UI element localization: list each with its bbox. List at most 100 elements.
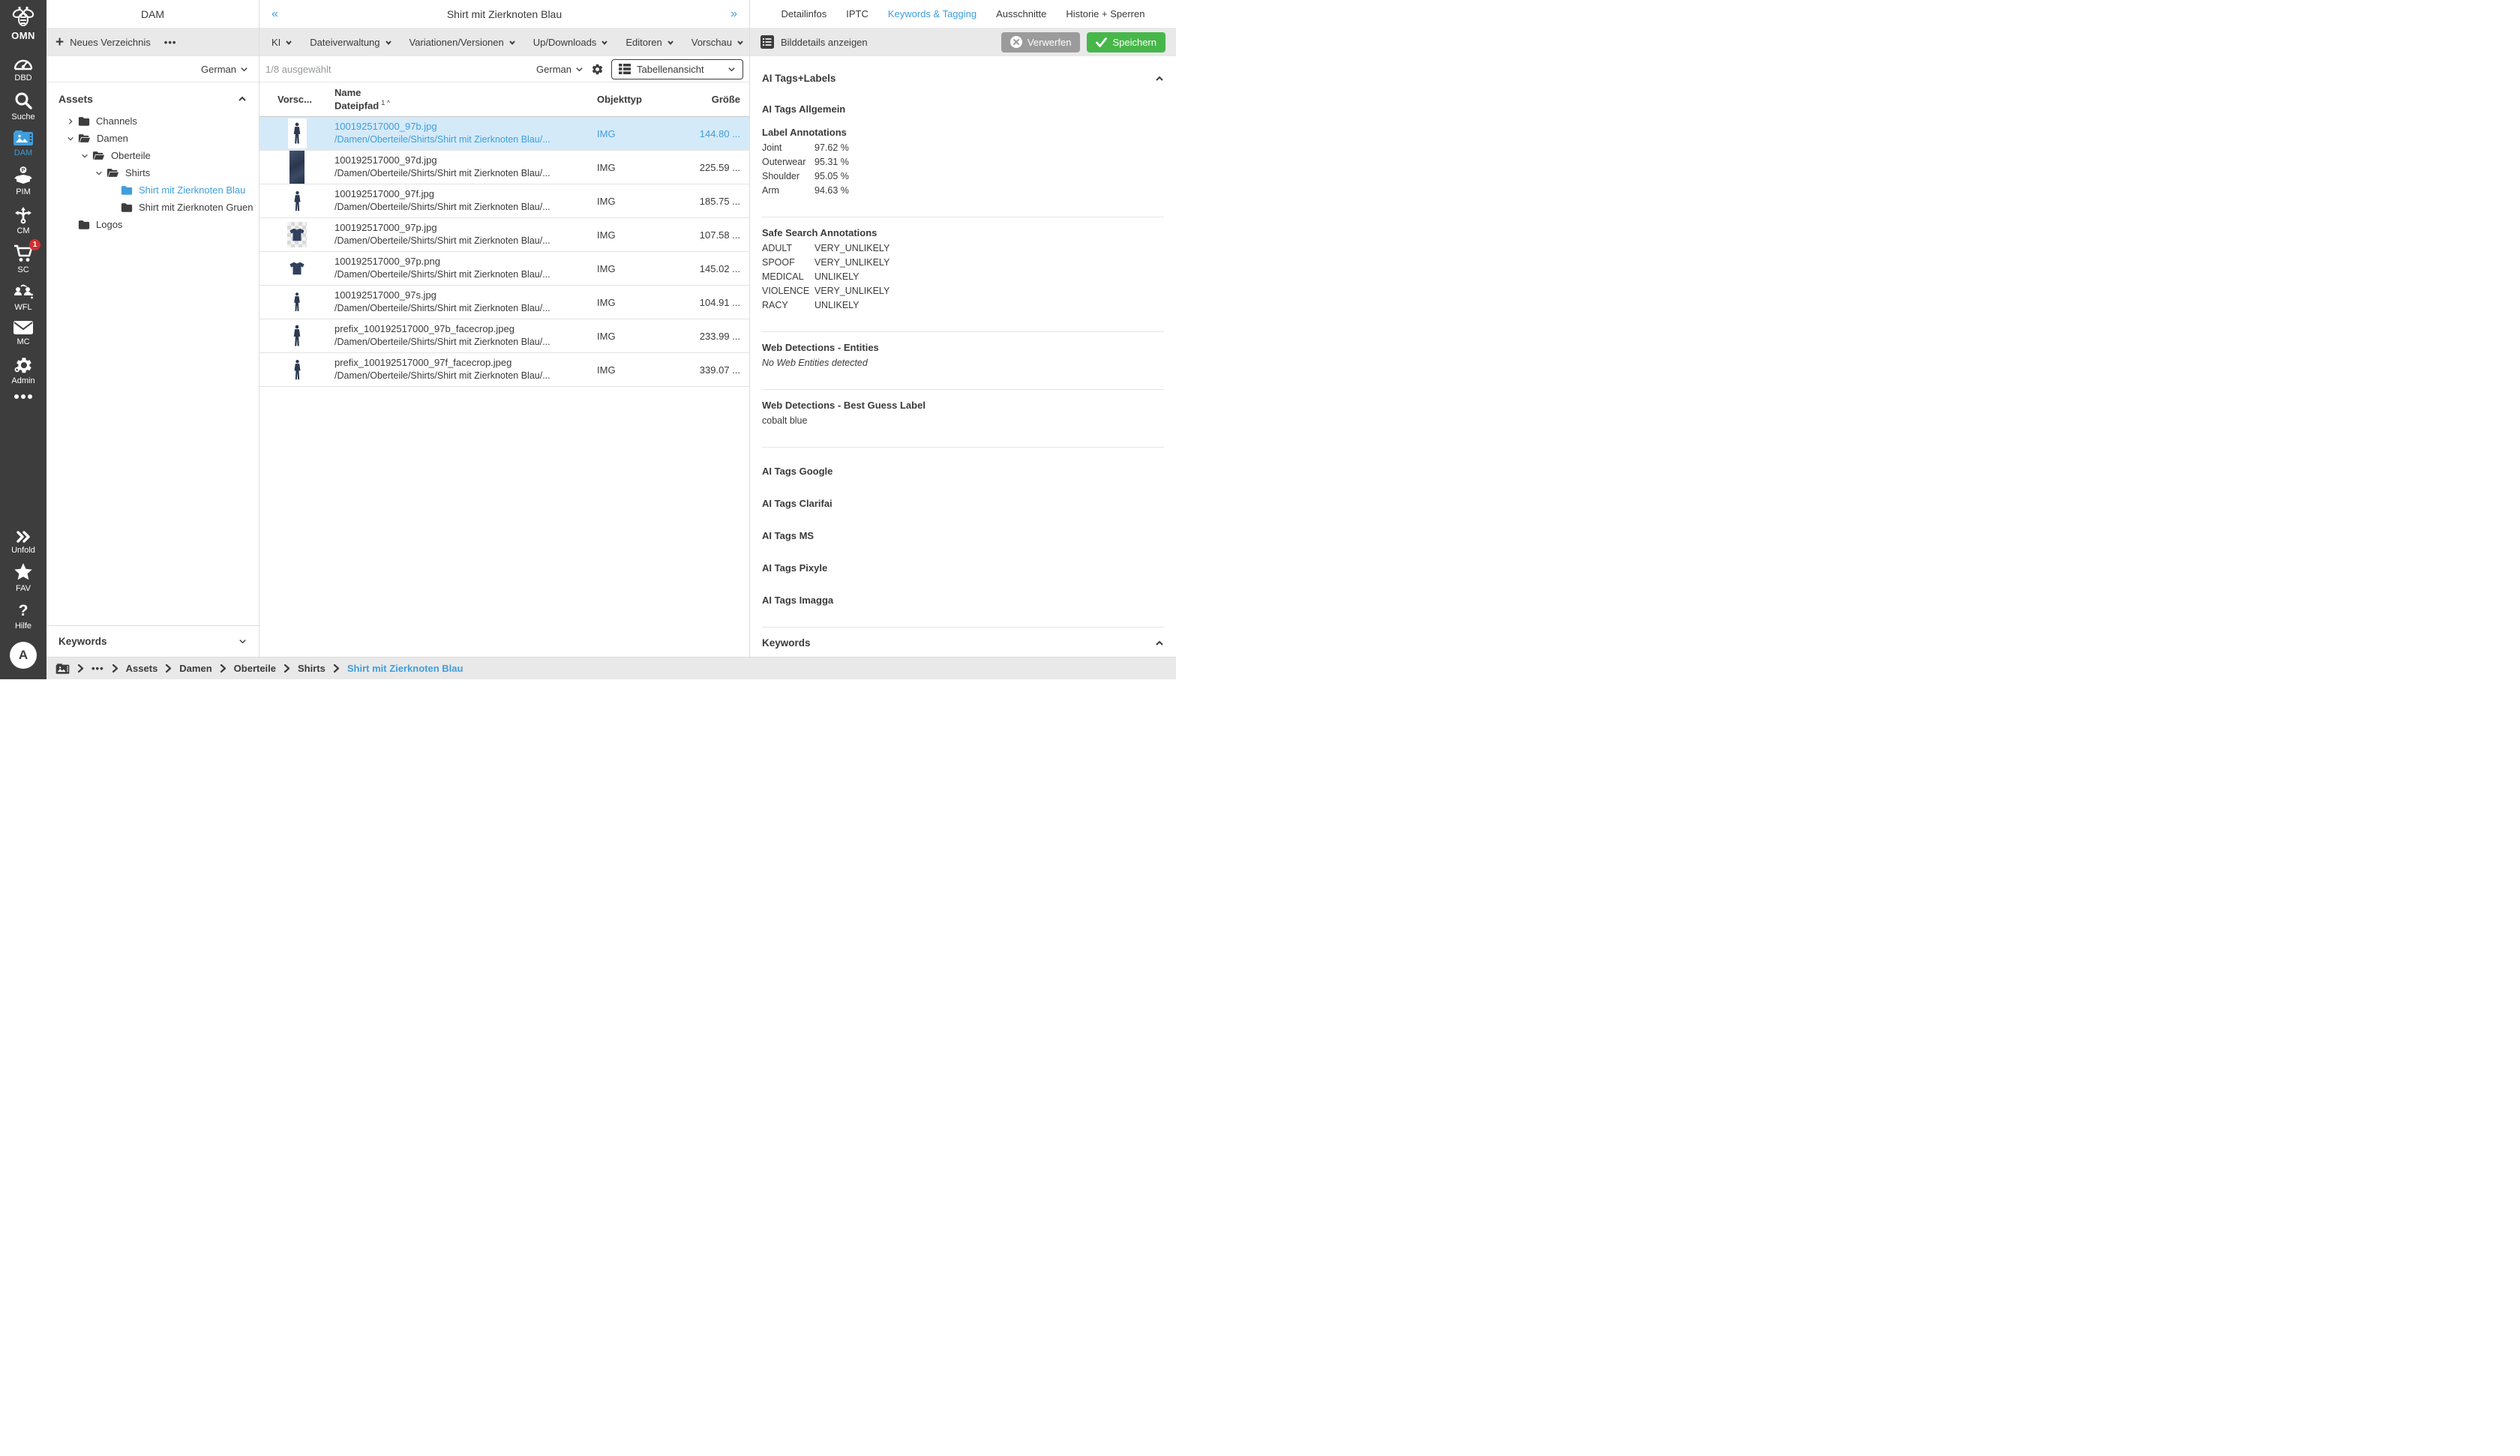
tab-historie-sperren[interactable]: Historie + Sperren bbox=[1066, 8, 1144, 19]
rail-item-suche[interactable]: Suche bbox=[0, 86, 46, 125]
breadcrumb-ellipsis[interactable]: ••• bbox=[92, 663, 104, 674]
safe-search-header: Safe Search Annotations bbox=[762, 227, 1164, 238]
show-image-details-button[interactable]: Bilddetails anzeigen bbox=[760, 35, 868, 49]
table-row[interactable]: 100192517000_97s.jpg/Damen/Oberteile/Shi… bbox=[260, 286, 749, 319]
table-row[interactable]: 100192517000_97d.jpg/Damen/Oberteile/Shi… bbox=[260, 151, 749, 184]
breadcrumb-item-shirts[interactable]: Shirts bbox=[298, 663, 326, 674]
rail-item-unfold[interactable]: Unfold bbox=[0, 526, 46, 559]
discard-button[interactable]: Verwerfen bbox=[1001, 32, 1081, 52]
menu-editoren[interactable]: Editoren bbox=[626, 37, 674, 48]
tree-item-shirt-mit-zierknoten-gruen[interactable]: Shirt mit Zierknoten Gruen bbox=[46, 199, 259, 216]
safe-search-list: ADULTVERY_UNLIKELYSPOOFVERY_UNLIKELYMEDI… bbox=[762, 241, 1164, 313]
table-row[interactable]: prefix_100192517000_97b_facecrop.jpeg/Da… bbox=[260, 319, 749, 353]
main-panel: « Shirt mit Zierknoten Blau » KIDateiver… bbox=[260, 0, 750, 657]
check-icon bbox=[1096, 37, 1107, 47]
collapse-right-button[interactable]: » bbox=[730, 7, 737, 21]
rail-item-fav[interactable]: FAV bbox=[0, 559, 46, 597]
rail-item-hilfe[interactable]: ?Hilfe bbox=[0, 597, 46, 634]
table-row[interactable]: prefix_100192517000_97f_facecrop.jpeg/Da… bbox=[260, 353, 749, 387]
detail-panel: Detailinfos IPTC Keywords & Tagging Ausschn… bbox=[750, 0, 1176, 657]
breadcrumb-item-assets[interactable]: Assets bbox=[126, 663, 158, 674]
chevron-right-icon bbox=[165, 664, 172, 673]
chevron-down-icon[interactable] bbox=[93, 169, 104, 177]
best-guess-value: cobalt blue bbox=[762, 414, 1164, 428]
label-annotations-list: Joint97.62 %Outerwear95.31 %Shoulder95.0… bbox=[762, 141, 1164, 198]
more-actions-button[interactable]: ••• bbox=[164, 37, 177, 48]
caret-down-icon bbox=[736, 39, 744, 46]
menu-vorschau[interactable]: Vorschau bbox=[692, 37, 744, 48]
table-header-row: Vorsc... Name Dateipfad1 ^ Objekttyp Grö… bbox=[260, 82, 749, 117]
main-language-select[interactable]: German bbox=[536, 64, 584, 75]
asset-thumbnail bbox=[289, 354, 305, 385]
rail-item-cm[interactable]: CM bbox=[0, 200, 46, 239]
menu-up-downloads[interactable]: Up/Downloads bbox=[533, 37, 609, 48]
chevron-up-icon[interactable] bbox=[238, 94, 247, 103]
left-language-select[interactable]: German bbox=[201, 64, 248, 75]
mail-icon bbox=[13, 320, 34, 335]
col-groesse[interactable]: Größe bbox=[691, 94, 749, 105]
rail-logo-omn[interactable]: OMN bbox=[10, 6, 37, 41]
tree-item-damen[interactable]: Damen bbox=[46, 130, 259, 147]
annotation-row: Shoulder95.05 % bbox=[762, 169, 1164, 184]
rail-item-sc[interactable]: 1SC bbox=[0, 239, 46, 278]
tab-detailinfos[interactable]: Detailinfos bbox=[782, 8, 827, 19]
rail-item-dbd[interactable]: DBD bbox=[0, 50, 46, 86]
view-mode-select[interactable]: Tabellenansicht bbox=[611, 59, 743, 79]
menu-dateiverwaltung[interactable]: Dateiverwaltung bbox=[310, 37, 392, 48]
save-button[interactable]: Speichern bbox=[1087, 32, 1166, 52]
menu-variationen-versionen[interactable]: Variationen/Versionen bbox=[410, 37, 516, 48]
menu-ki[interactable]: KI bbox=[272, 37, 292, 48]
web-entities-value: No Web Entities detected bbox=[762, 356, 1164, 370]
tab-keywords-tagging[interactable]: Keywords & Tagging bbox=[888, 8, 976, 19]
chevron-right-icon[interactable] bbox=[64, 118, 76, 125]
tab-ausschnitte[interactable]: Ausschnitte bbox=[996, 8, 1046, 19]
chevron-right-icon bbox=[220, 664, 226, 673]
ai-tags-allgemein-header: AI Tags Allgemein bbox=[762, 103, 1164, 115]
table-view-icon bbox=[619, 64, 631, 74]
col-name-path[interactable]: Name Dateipfad1 ^ bbox=[334, 87, 597, 112]
table-row[interactable]: 100192517000_97f.jpg/Damen/Oberteile/Shi… bbox=[260, 184, 749, 218]
tree-item-logos[interactable]: Logos bbox=[46, 216, 259, 233]
collapse-left-button[interactable]: « bbox=[272, 7, 278, 21]
table-row[interactable]: 100192517000_97p.png/Damen/Oberteile/Shi… bbox=[260, 252, 749, 286]
avatar[interactable]: A bbox=[10, 642, 37, 669]
breadcrumb-item-damen[interactable]: Damen bbox=[179, 663, 212, 674]
col-objekttyp[interactable]: Objekttyp bbox=[597, 94, 691, 105]
list-details-icon bbox=[760, 35, 774, 49]
tab-iptc[interactable]: IPTC bbox=[846, 8, 868, 19]
rail-item-pim[interactable]: PPIM bbox=[0, 161, 46, 200]
chevron-down-icon[interactable] bbox=[79, 152, 90, 160]
rail-item-more[interactable] bbox=[0, 389, 46, 403]
folder-closed-icon bbox=[121, 202, 133, 212]
rail-bottom-items: UnfoldFAV?Hilfe bbox=[0, 526, 46, 634]
section-header-ai-tags-pixyle: AI Tags Pixyle bbox=[762, 562, 1164, 574]
breadcrumb-current[interactable]: Shirt mit Zierknoten Blau bbox=[347, 663, 464, 674]
rail-item-mc[interactable]: MC bbox=[0, 316, 46, 350]
folder-open-icon bbox=[92, 151, 105, 160]
caret-down-icon bbox=[385, 39, 392, 46]
tree-item-shirt-mit-zierknoten-blau[interactable]: Shirt mit Zierknoten Blau bbox=[46, 181, 259, 199]
table-row[interactable]: 100192517000_97b.jpg/Damen/Oberteile/Shi… bbox=[260, 117, 749, 151]
tree-item-shirts[interactable]: Shirts bbox=[46, 164, 259, 181]
new-directory-button[interactable]: + Neues Verzeichnis bbox=[56, 35, 151, 49]
chevron-right-icon bbox=[284, 664, 290, 673]
chevron-up-icon[interactable] bbox=[1155, 74, 1164, 83]
rail-item-dam[interactable]: DAM bbox=[0, 125, 46, 161]
chevron-down-icon[interactable] bbox=[64, 135, 76, 142]
breadcrumb-item-oberteile[interactable]: Oberteile bbox=[234, 663, 276, 674]
keywords-footer[interactable]: Keywords bbox=[46, 625, 259, 657]
tree-header: Assets bbox=[58, 93, 93, 105]
plus-icon: + bbox=[56, 35, 64, 49]
breadcrumb-image-icon[interactable] bbox=[56, 663, 70, 675]
rail-items: DBDSucheDAMPPIMCM1SCWFLMCAdmin bbox=[0, 50, 46, 403]
rail-item-admin[interactable]: Admin bbox=[0, 350, 46, 389]
chevron-up-icon[interactable] bbox=[1155, 639, 1164, 648]
caret-down-icon bbox=[601, 39, 608, 46]
rail-item-wfl[interactable]: WFL bbox=[0, 278, 46, 316]
table-row[interactable]: 100192517000_97p.jpg/Damen/Oberteile/Shi… bbox=[260, 218, 749, 252]
settings-gear-icon[interactable] bbox=[591, 63, 604, 76]
tree-item-oberteile[interactable]: Oberteile bbox=[46, 147, 259, 164]
tree-item-channels[interactable]: Channels bbox=[46, 112, 259, 130]
asset-thumbnail bbox=[290, 151, 304, 184]
col-preview[interactable]: Vorsc... bbox=[260, 94, 334, 105]
